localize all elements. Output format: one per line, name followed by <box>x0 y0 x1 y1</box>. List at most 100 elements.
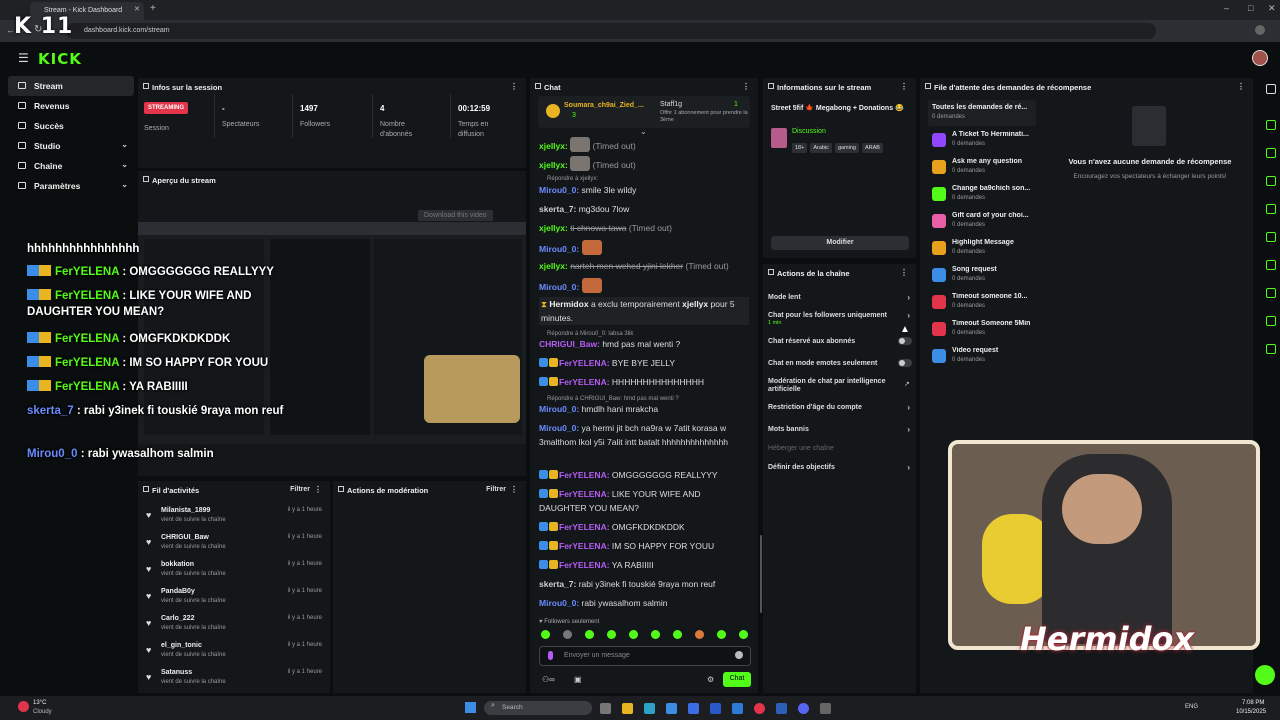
rail-icon[interactable] <box>1266 316 1276 326</box>
info-rail-icon[interactable] <box>1266 84 1276 94</box>
emote-icon[interactable] <box>651 630 660 639</box>
app-icon[interactable] <box>820 703 831 714</box>
activity-user[interactable]: bokkation <box>161 561 194 568</box>
chat-user[interactable]: Mirou0_0: <box>539 282 579 292</box>
chat-user[interactable]: FerYELENA: <box>559 541 610 551</box>
more-options-icon[interactable]: ⋮ <box>510 82 518 91</box>
pinned-user[interactable]: Soumara_ch9ai_Zied_... <box>564 102 644 109</box>
chrome-icon[interactable] <box>754 703 765 714</box>
rail-icon[interactable] <box>1266 204 1276 214</box>
url-field-bg[interactable] <box>66 23 1156 39</box>
reward-item[interactable]: Gift card of your choi... 0 demandes <box>930 211 1036 237</box>
menu-icon[interactable]: ☰ <box>18 51 29 65</box>
emote-icon[interactable] <box>739 630 748 639</box>
more-options-icon[interactable]: ⋮ <box>900 82 908 91</box>
sidebar-item-studio[interactable]: Studio ⌄ <box>8 136 134 156</box>
activity-user[interactable]: Milanista_1899 <box>161 507 210 514</box>
goals-action[interactable]: Définir des objectifs › <box>768 463 914 472</box>
window-minimize-icon[interactable]: – <box>1224 3 1229 13</box>
chat-user[interactable]: Mirou0_0: <box>539 404 579 414</box>
more-options-icon[interactable]: ⋮ <box>314 485 322 494</box>
chat-user[interactable]: CHRIGUI_Baw: <box>539 339 600 349</box>
chat-user[interactable]: xjellyx: <box>539 160 568 170</box>
emote-icon[interactable] <box>563 630 572 639</box>
chat-user[interactable]: FerYELENA: <box>559 489 610 499</box>
chat-user[interactable]: FerYELENA: <box>559 522 610 532</box>
sidebar-item-chaine[interactable]: Chaîne ⌄ <box>8 156 134 176</box>
chat-user[interactable]: FerYELENA: <box>559 377 610 387</box>
reward-item[interactable]: Timeout someone 10... 0 demandes <box>930 292 1036 318</box>
emote-icon[interactable] <box>541 630 550 639</box>
sidebar-item-stream[interactable]: Stream <box>8 76 134 96</box>
chat-user[interactable]: FerYELENA: <box>559 470 610 480</box>
chat-user[interactable]: Mirou0_0: <box>539 423 579 433</box>
outlook-icon[interactable] <box>732 703 743 714</box>
taskbar-search[interactable] <box>484 701 592 715</box>
rail-icon[interactable] <box>1266 232 1276 242</box>
reward-item[interactable]: Video request 0 demandes <box>930 346 1036 372</box>
gift-icon[interactable]: ▣ <box>574 675 582 684</box>
more-options-icon[interactable]: ⋮ <box>1237 82 1245 91</box>
send-chat-button[interactable]: Chat <box>723 672 751 687</box>
new-tab-icon[interactable]: + <box>150 3 156 14</box>
ai-moderation-action[interactable]: Modération de chat par intelligence arti… <box>768 378 898 394</box>
rail-icon[interactable] <box>1266 260 1276 270</box>
rail-icon[interactable] <box>1266 176 1276 186</box>
edge-icon[interactable] <box>644 703 655 714</box>
mic-icon[interactable] <box>548 651 553 660</box>
app-icon[interactable] <box>688 703 699 714</box>
slow-mode-action[interactable]: Mode lent › <box>768 293 914 302</box>
sidebar-item-succes[interactable]: Succès <box>8 116 134 136</box>
tag[interactable]: Arabic <box>810 143 832 153</box>
activity-user[interactable]: Satanuss <box>161 669 192 676</box>
emotes-only-toggle[interactable] <box>898 359 912 367</box>
windows-start-icon[interactable] <box>465 702 476 713</box>
emote-icon[interactable] <box>629 630 638 639</box>
subs-only-toggle[interactable] <box>898 337 912 345</box>
people-icon[interactable]: ⚇∞ <box>542 675 555 684</box>
chat-settings-icon[interactable]: ⚙ <box>707 675 714 684</box>
edit-stream-button[interactable]: Modifier <box>771 236 909 250</box>
chat-user[interactable]: xjellyx: <box>539 141 568 151</box>
more-options-icon[interactable]: ⋮ <box>900 268 908 277</box>
file-explorer-icon[interactable] <box>622 703 633 714</box>
reward-item[interactable]: Ask me any question 0 demandes <box>930 157 1036 183</box>
chat-user[interactable]: Hermidox <box>549 299 588 309</box>
tag[interactable]: ARAB <box>861 143 883 153</box>
rail-icon[interactable] <box>1266 120 1276 130</box>
chat-user[interactable]: Mirou0_0: <box>539 244 579 254</box>
collapse-pinned-icon[interactable]: ⌄ <box>640 127 647 136</box>
reward-item[interactable]: Highlight Message 0 demandes <box>930 238 1036 264</box>
filter-button[interactable]: Filtrer <box>486 486 506 493</box>
word-icon[interactable] <box>776 703 787 714</box>
chat-user[interactable]: skerta_7: <box>539 579 576 589</box>
chat-target-user[interactable]: xjellyx <box>682 299 708 309</box>
tag[interactable]: gaming <box>834 143 859 153</box>
reward-item[interactable]: Song request 0 demandes <box>930 265 1036 291</box>
profile-avatar-icon[interactable] <box>1255 25 1265 35</box>
rail-icon[interactable] <box>1266 148 1276 158</box>
chat-scrollbar[interactable] <box>760 535 762 613</box>
subs-only-action[interactable]: Chat réservé aux abonnés <box>768 337 914 345</box>
store-icon[interactable] <box>666 703 677 714</box>
more-options-icon[interactable]: ⋮ <box>510 485 518 494</box>
activity-user[interactable]: el_gin_tonic <box>161 642 202 649</box>
chat-user[interactable]: FerYELENA: <box>559 358 610 368</box>
kick-logo[interactable]: KICK <box>38 50 82 68</box>
chat-user[interactable]: xjellyx: <box>539 223 568 233</box>
sidebar-item-parametres[interactable]: Paramètres ⌄ <box>8 176 134 196</box>
app-icon[interactable] <box>710 703 721 714</box>
sidebar-item-revenus[interactable]: Revenus <box>8 96 134 116</box>
discord-icon[interactable] <box>798 703 809 714</box>
chat-user[interactable]: Mirou0_0: <box>539 598 579 608</box>
window-close-icon[interactable]: ✕ <box>1268 3 1276 14</box>
reward-item[interactable]: Timeout Someone 5Min 0 demandes <box>930 319 1036 345</box>
browser-tab-close-icon[interactable]: ✕ <box>134 5 140 13</box>
tray-lang[interactable]: ENG <box>1185 704 1198 710</box>
followers-only-action[interactable]: Chat pour les followers uniquement › <box>768 311 914 320</box>
window-maximize-icon[interactable]: □ <box>1248 3 1253 13</box>
age-restriction-action[interactable]: Restriction d'âge du compte › <box>768 403 914 412</box>
green-fab-icon[interactable] <box>1255 665 1275 685</box>
reward-item[interactable]: A Ticket To Herminati... 0 demandes <box>930 130 1036 156</box>
emote-icon[interactable] <box>673 630 682 639</box>
